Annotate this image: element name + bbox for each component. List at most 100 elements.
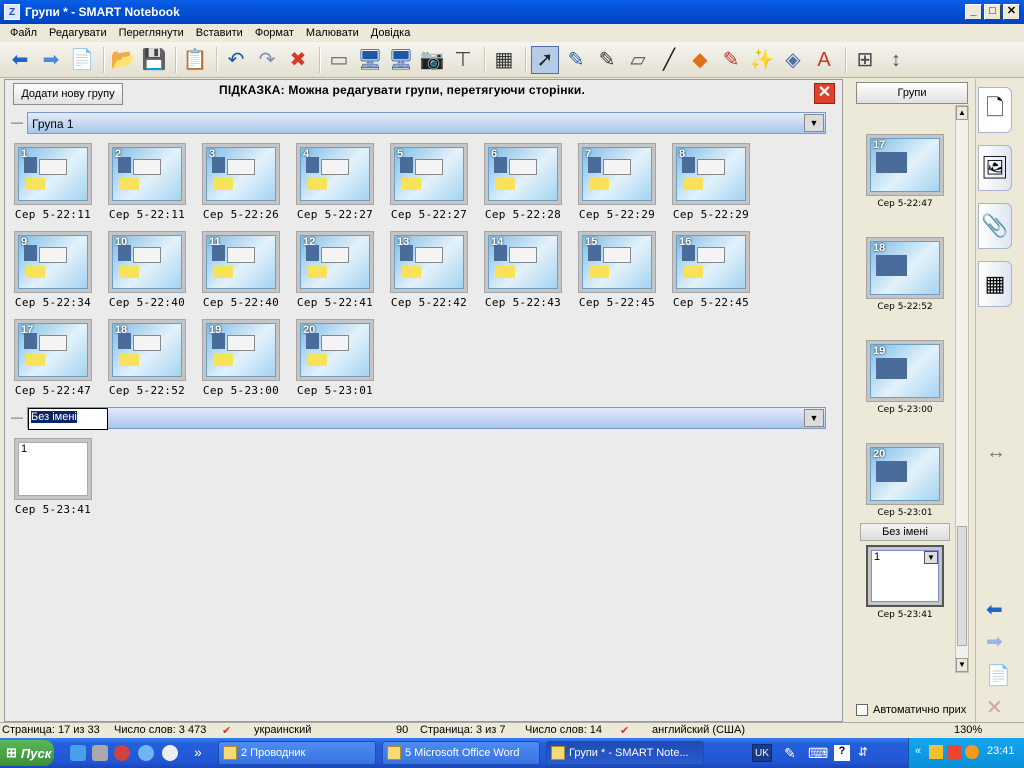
menu-item[interactable]: Вставити [190,27,249,39]
magic-pen-icon[interactable]: ✨ [748,46,776,74]
close-window-button[interactable]: ✕ [1003,4,1020,20]
taskbar-button[interactable]: 2 Проводник [218,741,376,765]
previous-page-icon[interactable]: ⬅ [986,597,1003,622]
antivirus-icon[interactable] [947,745,961,759]
quicklaunch-icon[interactable] [114,745,130,761]
minimize-button[interactable]: _ [965,4,982,20]
redo-icon[interactable]: ↷ [253,46,281,74]
add-new-group-button[interactable]: Додати нову групу [13,83,123,105]
open-folder-icon[interactable]: 📂 [109,46,137,74]
page-thumbnail[interactable]: 2 [108,143,186,205]
group-name-input[interactable]: Без імені [28,408,108,430]
line-icon[interactable]: ╱ [655,46,683,74]
page-thumbnail[interactable]: 3 [202,143,280,205]
close-groups-button[interactable]: ✕ [814,83,835,104]
help-icon[interactable]: ? [834,745,850,761]
tray-arrow-icon[interactable]: ⇵ [858,745,868,759]
page-thumbnail[interactable]: 7 [578,143,656,205]
groups-button[interactable]: Групи [856,82,968,104]
menu-item[interactable]: Файл [4,27,43,39]
tray-icon[interactable] [965,745,979,759]
gallery-tab[interactable]: 🖼 [978,145,1012,191]
scroll-up-icon[interactable]: ▲ [956,106,968,120]
sidebar-scrollbar[interactable]: ▲ ▼ [955,105,969,673]
forward-arrow-icon[interactable]: ➡ [37,46,65,74]
properties-icon[interactable]: ⊞ [851,46,879,74]
page-thumbnail[interactable]: 18 [108,319,186,381]
pen-icon[interactable]: ✎ [562,46,590,74]
page-thumbnail[interactable]: 12 [296,231,374,293]
page-thumbnail[interactable]: 1 [14,438,92,500]
full-screen-icon[interactable]: 🖥 [356,46,384,74]
menu-item[interactable]: Формат [249,27,300,39]
group-name-bar[interactable]: Група 1 ▼ [27,112,826,134]
page-thumbnail[interactable]: 1 [14,143,92,205]
tray-expand-icon[interactable]: « [915,745,921,757]
tray-icon[interactable] [929,745,943,759]
page-thumbnail[interactable]: 10 [108,231,186,293]
shape-recognition-pen-icon[interactable]: ✎ [717,46,745,74]
expand-panel-icon[interactable]: ↔ [986,441,1006,464]
page-thumbnail[interactable]: 14 [484,231,562,293]
auto-hide-option[interactable]: Автоматично прих [856,704,966,716]
back-arrow-icon[interactable]: ⬅ [6,46,34,74]
screen-capture-icon[interactable]: 📷 [418,46,446,74]
taskbar-button[interactable]: 5 Microsoft Office Word [382,741,540,765]
group-dropdown-button[interactable]: ▼ [804,114,824,132]
quicklaunch-icon[interactable] [92,745,108,761]
auto-hide-checkbox[interactable] [856,704,868,716]
ie-icon[interactable] [138,745,154,761]
page-thumbnail[interactable]: 19 [202,319,280,381]
page-sorter-tab[interactable]: 🗋 [978,87,1012,133]
page-thumbnail[interactable]: 9 [14,231,92,293]
page-thumbnail[interactable]: 4 [296,143,374,205]
start-button[interactable]: ⊞ Пуск [0,740,54,766]
table-icon[interactable]: ▦ [490,46,518,74]
menu-item[interactable]: Переглянути [113,27,190,39]
document-camera-icon[interactable]: ⊤ [449,46,477,74]
quicklaunch-icon[interactable] [70,745,86,761]
collapse-group-icon[interactable]: — [11,411,23,423]
page-thumbnail[interactable]: 5 [390,143,468,205]
page-thumbnail[interactable]: 13 [390,231,468,293]
page-thumbnail[interactable]: 20 [296,319,374,381]
page-thumbnail[interactable]: 8 [672,143,750,205]
select-pointer-icon[interactable]: ➚ [531,45,559,74]
creative-pen-icon[interactable]: ✎ [593,46,621,74]
collapse-group-icon[interactable]: — [11,116,23,128]
pen-tray-icon[interactable]: ✎ [784,745,796,762]
next-page-icon[interactable]: ➡ [986,629,1003,654]
text-icon[interactable]: A [810,46,838,74]
sidebar-page-thumbnail[interactable]: 17 [866,134,944,196]
scroll-thumb[interactable] [957,526,967,646]
language-indicator[interactable]: UK [752,744,772,762]
undo-icon[interactable]: ↶ [222,46,250,74]
menu-item[interactable]: Редагувати [43,27,113,39]
taskbar-button[interactable]: Групи * - SMART Note... [546,741,704,765]
page-thumbnail[interactable]: 15 [578,231,656,293]
keyboard-icon[interactable]: ⌨ [808,745,828,762]
menu-item[interactable]: Довідка [365,27,417,39]
save-icon[interactable]: 💾 [140,46,168,74]
menu-item[interactable]: Малювати [300,27,365,39]
fill-icon[interactable]: ◈ [779,46,807,74]
media-player-icon[interactable] [162,745,178,761]
page-thumbnail[interactable]: 16 [672,231,750,293]
group-name-bar[interactable]: Без імені ▼ [27,407,826,430]
properties-tab[interactable]: ▦ [978,261,1012,307]
group-dropdown-button[interactable]: ▼ [804,409,824,427]
sidebar-page-thumbnail[interactable]: 18 [866,237,944,299]
delete-page-icon[interactable]: ✕ [986,695,1003,720]
sidebar-page-thumbnail[interactable]: 19 [866,340,944,402]
sidebar-page-thumbnail[interactable]: 1 ▼ [866,545,944,607]
page-thumbnail[interactable]: 17 [14,319,92,381]
shapes-icon[interactable]: ◆ [686,46,714,74]
attachments-tab[interactable]: 📎 [978,203,1012,249]
add-page-icon[interactable]: 📄 [68,46,96,74]
more-quicklaunch-icon[interactable]: » [194,744,202,760]
move-toolbar-icon[interactable]: ↕ [882,46,910,74]
page-menu-dropdown[interactable]: ▼ [924,551,938,564]
sidebar-page-thumbnail[interactable]: 20 [866,443,944,505]
paste-icon[interactable]: 📋 [181,46,209,74]
page-thumbnail[interactable]: 11 [202,231,280,293]
